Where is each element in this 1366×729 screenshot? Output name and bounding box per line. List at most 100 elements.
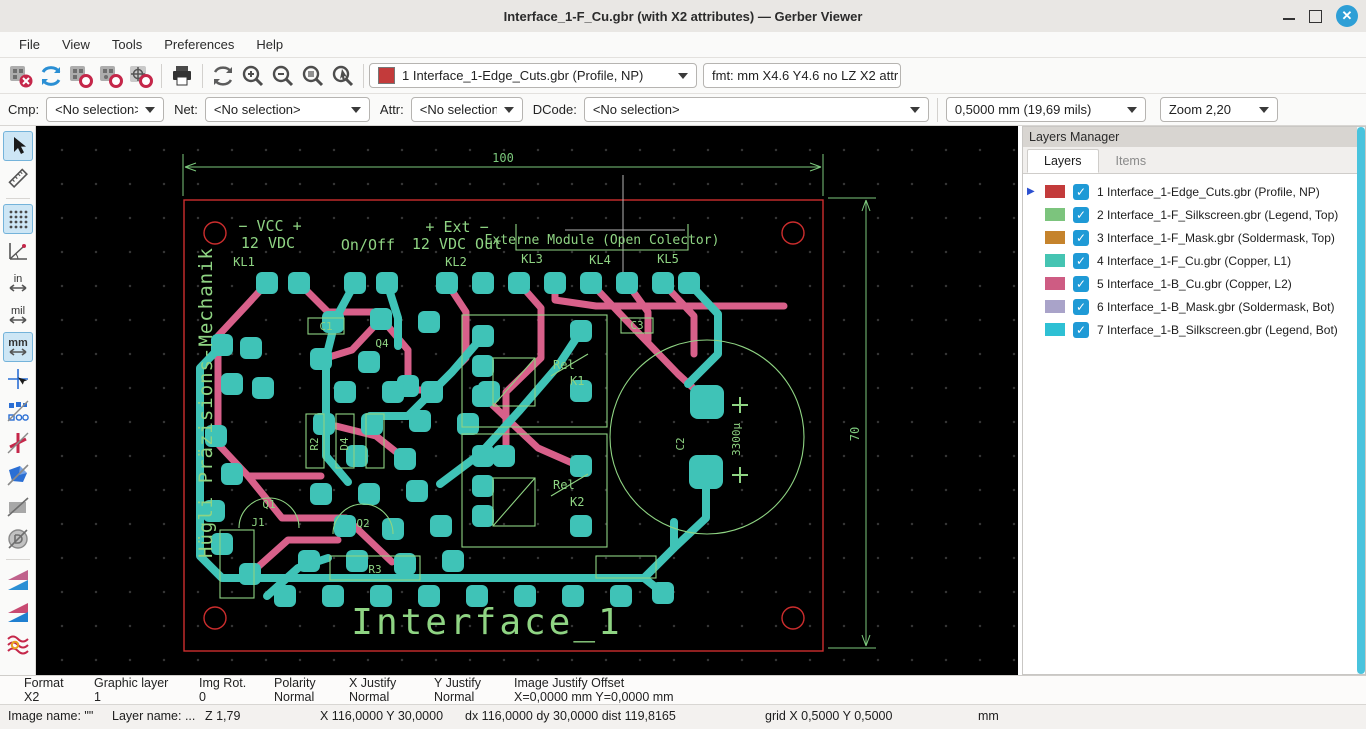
svg-text:C3: C3 xyxy=(630,319,643,332)
panel-scrollbar[interactable] xyxy=(1357,127,1365,674)
layer-checkbox[interactable]: ✓ xyxy=(1073,183,1089,200)
open-gerber-file-icon[interactable] xyxy=(66,61,96,91)
layer-color-swatch[interactable] xyxy=(1045,208,1065,221)
scrollbar-thumb[interactable] xyxy=(1357,127,1365,674)
svg-text:K1: K1 xyxy=(570,374,584,388)
cmp-select[interactable]: <No selection> xyxy=(46,97,165,122)
minimize-icon[interactable] xyxy=(1283,18,1295,20)
negative-objects-icon[interactable] xyxy=(3,492,33,522)
open-drill-file-icon[interactable] xyxy=(96,61,126,91)
net-select[interactable]: <No selection> xyxy=(204,97,370,122)
menu-file[interactable]: File xyxy=(8,32,51,57)
high-contrast-mode-icon[interactable] xyxy=(3,597,33,627)
layer-checkbox[interactable]: ✓ xyxy=(1073,206,1089,223)
layer-color-swatch[interactable] xyxy=(1045,254,1065,267)
diff-mode-icon[interactable] xyxy=(3,565,33,595)
chevron-down-icon xyxy=(145,106,156,113)
gerber-canvas[interactable]: 100 70 − VCC + 12 VDC On/Off + Ext − 12 … xyxy=(36,126,1018,675)
menu-help[interactable]: Help xyxy=(245,32,294,57)
layer-row[interactable]: ✓ 2 Interface_1-F_Silkscreen.gbr (Legend… xyxy=(1023,203,1365,226)
highlight-nets-icon[interactable] xyxy=(3,629,33,659)
polar-coordinates-icon[interactable] xyxy=(3,236,33,266)
chevron-down-icon xyxy=(503,106,514,113)
layer-checkbox[interactable]: ✓ xyxy=(1073,252,1089,269)
layer-color-swatch[interactable] xyxy=(1045,231,1065,244)
status-zoom: Z 1,79 xyxy=(205,709,241,723)
layer-label[interactable]: 4 Interface_1-F_Cu.gbr (Copper, L1) xyxy=(1097,254,1291,268)
info-label: Image Justify Offset xyxy=(514,676,625,690)
layer-checkbox[interactable]: ✓ xyxy=(1073,298,1089,315)
polygons-sketch-icon[interactable] xyxy=(3,460,33,490)
layer-color-swatch[interactable] xyxy=(1045,277,1065,290)
zoom-out-icon[interactable] xyxy=(268,61,298,91)
svg-text:Q4: Q4 xyxy=(375,337,389,350)
attr-value: <No selection> xyxy=(419,102,497,117)
layer-label[interactable]: 7 Interface_1-B_Silkscreen.gbr (Legend, … xyxy=(1097,323,1338,337)
zoom-select[interactable]: Zoom 2,20 xyxy=(1159,97,1278,122)
select-cursor-icon[interactable] xyxy=(2,131,33,161)
options-toolbar: in mil mm xyxy=(0,126,36,675)
grid-value: 0,5000 mm (19,69 mils) xyxy=(954,102,1092,117)
status-units: mm xyxy=(978,709,999,723)
layer-row[interactable]: ✓ 5 Interface_1-B_Cu.gbr (Copper, L2) xyxy=(1023,272,1365,295)
svg-text:KL2: KL2 xyxy=(445,255,467,269)
flashed-items-sketch-icon[interactable] xyxy=(3,396,33,426)
dcode-select[interactable]: <No selection> xyxy=(583,97,929,122)
units-inches-icon[interactable]: in xyxy=(3,268,33,298)
units-mils-icon[interactable]: mil xyxy=(3,300,33,330)
active-layer-select[interactable]: 1 Interface_1-Edge_Cuts.gbr (Profile, NP… xyxy=(369,63,697,88)
svg-text:Rel: Rel xyxy=(553,478,575,492)
tab-layers[interactable]: Layers xyxy=(1027,149,1099,173)
layer-row[interactable]: ✓ 3 Interface_1-F_Mask.gbr (Soldermask, … xyxy=(1023,226,1365,249)
close-icon[interactable]: ✕ xyxy=(1336,5,1358,27)
layer-list: ▶ ✓ 1 Interface_1-Edge_Cuts.gbr (Profile… xyxy=(1023,174,1365,341)
print-icon[interactable] xyxy=(167,61,197,91)
zoom-fit-icon[interactable] xyxy=(298,61,328,91)
info-label: Y Justify xyxy=(434,676,482,690)
reload-all-layers-icon[interactable] xyxy=(36,61,66,91)
units-mm-icon[interactable]: mm xyxy=(2,332,33,362)
layer-label[interactable]: 3 Interface_1-F_Mask.gbr (Soldermask, To… xyxy=(1097,231,1335,245)
active-layer-swatch xyxy=(378,67,395,84)
info-value: Normal xyxy=(349,690,390,704)
zoom-to-selection-icon[interactable] xyxy=(328,61,358,91)
dcodes-visibility-icon[interactable] xyxy=(3,524,33,554)
layers-manager-title: Layers Manager xyxy=(1023,127,1365,147)
layer-row[interactable]: ▶ ✓ 1 Interface_1-Edge_Cuts.gbr (Profile… xyxy=(1023,180,1365,203)
zoom-in-icon[interactable] xyxy=(238,61,268,91)
layer-checkbox[interactable]: ✓ xyxy=(1073,229,1089,246)
grid-select[interactable]: 0,5000 mm (19,69 mils) xyxy=(945,97,1146,122)
refresh-view-icon[interactable] xyxy=(208,61,238,91)
layer-checkbox[interactable]: ✓ xyxy=(1073,321,1089,338)
layer-row[interactable]: ✓ 4 Interface_1-F_Cu.gbr (Copper, L1) xyxy=(1023,249,1365,272)
status-image-name: Image name: "" xyxy=(8,709,94,723)
clear-all-layers-icon[interactable] xyxy=(6,61,36,91)
layer-label[interactable]: 2 Interface_1-F_Silkscreen.gbr (Legend, … xyxy=(1097,208,1338,222)
layer-color-swatch[interactable] xyxy=(1045,300,1065,313)
menu-preferences[interactable]: Preferences xyxy=(153,32,245,57)
layer-row[interactable]: ✓ 6 Interface_1-B_Mask.gbr (Soldermask, … xyxy=(1023,295,1365,318)
cursor-shape-icon[interactable] xyxy=(3,364,33,394)
maximize-icon[interactable] xyxy=(1309,9,1322,23)
info-value: X=0,0000 mm Y=0,0000 mm xyxy=(514,690,674,704)
attr-select[interactable]: <No selection> xyxy=(410,97,523,122)
dimension-height xyxy=(828,197,876,649)
layer-row[interactable]: ✓ 7 Interface_1-B_Silkscreen.gbr (Legend… xyxy=(1023,318,1365,341)
menu-tools[interactable]: Tools xyxy=(101,32,153,57)
measure-ruler-icon[interactable] xyxy=(3,163,33,193)
lines-sketch-icon[interactable] xyxy=(3,428,33,458)
layer-checkbox[interactable]: ✓ xyxy=(1073,275,1089,292)
menu-view[interactable]: View xyxy=(51,32,101,57)
layer-color-swatch[interactable] xyxy=(1045,185,1065,198)
window-title: Interface_1-F_Cu.gbr (with X2 attributes… xyxy=(503,8,863,24)
layer-color-swatch[interactable] xyxy=(1045,323,1065,336)
layer-label[interactable]: 6 Interface_1-B_Mask.gbr (Soldermask, Bo… xyxy=(1097,300,1334,314)
info-value: 0 xyxy=(199,690,206,704)
layer-label[interactable]: 1 Interface_1-Edge_Cuts.gbr (Profile, NP… xyxy=(1097,185,1320,199)
net-label: Net: xyxy=(174,102,198,117)
layer-label[interactable]: 5 Interface_1-B_Cu.gbr (Copper, L2) xyxy=(1097,277,1292,291)
tab-items[interactable]: Items xyxy=(1099,149,1164,173)
grid-visibility-icon[interactable] xyxy=(2,204,33,234)
open-job-file-icon[interactable] xyxy=(126,61,156,91)
format-info-text: fmt: mm X4.6 Y4.6 no LZ X2 attr xyxy=(712,68,899,83)
